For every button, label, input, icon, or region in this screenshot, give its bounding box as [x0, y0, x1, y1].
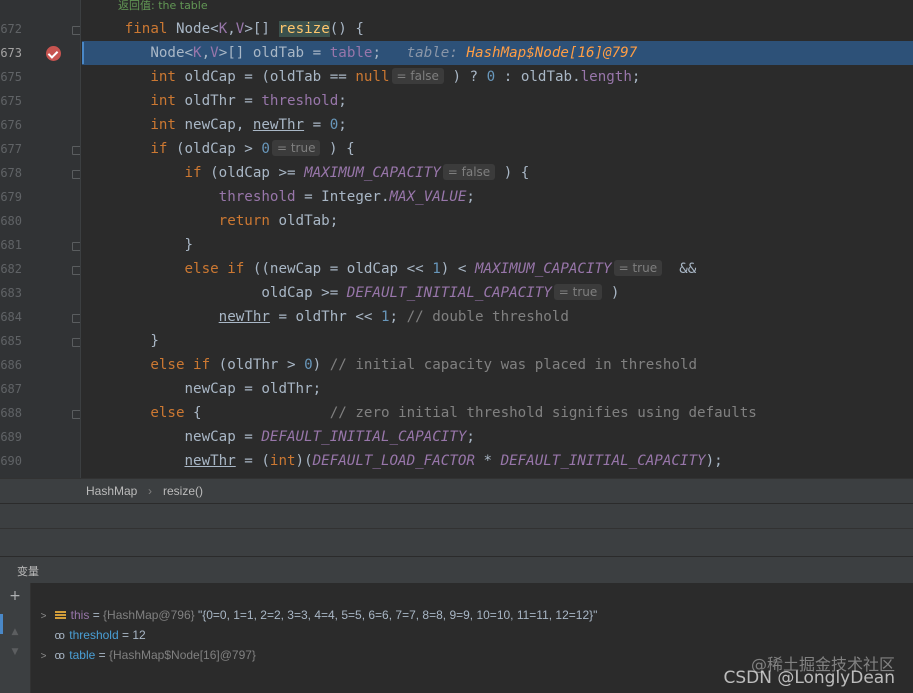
- variable-type: {HashMap$Node[16]@797}: [108, 648, 256, 662]
- code-line[interactable]: return oldTab;: [82, 209, 913, 233]
- expand-arrow-icon[interactable]: >: [41, 647, 55, 667]
- variables-toolbar: + ▲ ▼: [0, 583, 31, 693]
- breadcrumb-method[interactable]: resize(): [163, 479, 203, 503]
- breakpoint-icon[interactable]: [46, 46, 61, 61]
- variable-row-threshold[interactable]: oo threshold = 12: [34, 605, 146, 642]
- add-watch-icon[interactable]: +: [8, 589, 22, 603]
- variables-title: 变量: [17, 566, 39, 578]
- code-line[interactable]: if (oldCap > 0 = true ) {: [82, 137, 913, 161]
- code-line[interactable]: newCap = DEFAULT_INITIAL_CAPACITY;: [82, 425, 913, 449]
- code-line-current[interactable]: Node<K,V>[] oldTab = table; table: HashM…: [82, 41, 913, 65]
- line-number: 690: [0, 454, 22, 468]
- line-number: 683: [0, 286, 22, 300]
- line-number: 686: [0, 358, 22, 372]
- line-number: 680: [0, 214, 22, 228]
- watch-glasses-icon: oo: [54, 650, 65, 662]
- line-number: 679: [0, 190, 22, 204]
- line-number: 688: [0, 406, 22, 420]
- code-line[interactable]: oldCap >= DEFAULT_INITIAL_CAPACITY = true…: [82, 281, 913, 305]
- inline-hint: = false: [442, 164, 496, 180]
- line-number: 675: [0, 94, 22, 108]
- code-line[interactable]: newThr = oldThr << 1; // double threshol…: [82, 305, 913, 329]
- line-number: 681: [0, 238, 22, 252]
- variable-row-table[interactable]: > oo table = {HashMap$Node[16]@797}: [34, 625, 256, 662]
- code-line[interactable]: if (oldCap >= MAXIMUM_CAPACITY = false ) …: [82, 161, 913, 185]
- move-up-icon[interactable]: ▲: [8, 625, 22, 639]
- variables-header: 变量: [0, 556, 913, 584]
- toolbar-selection: [0, 614, 3, 634]
- watermark-csdn: CSDN @LonglyDean: [723, 668, 895, 688]
- gutter-divider: [80, 0, 81, 478]
- line-number: 684: [0, 310, 22, 324]
- debug-toolbar: [0, 528, 913, 556]
- inline-hint: = true: [613, 260, 663, 276]
- variable-value: "{0=0, 1=1, 2=2, 3=3, 4=4, 5=5, 6=6, 7=7…: [194, 608, 598, 622]
- move-down-icon[interactable]: ▼: [8, 645, 22, 659]
- code-line[interactable]: newCap = oldThr;: [82, 377, 913, 401]
- line-number: 678: [0, 166, 22, 180]
- caret: [82, 42, 84, 64]
- code-line[interactable]: else if (oldThr > 0) // initial capacity…: [82, 353, 913, 377]
- breadcrumb-separator: ›: [148, 484, 152, 498]
- breadcrumb: HashMap › resize(): [0, 478, 913, 503]
- inline-debug-value: table: HashMap$Node[16]@797: [406, 45, 638, 61]
- inline-hint: = true: [271, 140, 321, 156]
- line-number: 682: [0, 262, 22, 276]
- line-number: 685: [0, 334, 22, 348]
- line-number: 673: [0, 46, 22, 60]
- inline-hint: = false: [391, 68, 444, 84]
- line-number: 676: [0, 118, 22, 132]
- line-number: 677: [0, 142, 22, 156]
- code-line[interactable]: threshold = Integer.MAX_VALUE;: [82, 185, 913, 209]
- code-editor[interactable]: 672 673 675 675 676 677 678 679 680 681 …: [0, 0, 913, 478]
- code-line[interactable]: else { // zero initial threshold signifi…: [82, 401, 913, 425]
- inline-hint: = true: [553, 284, 603, 300]
- code-line[interactable]: final Node<K,V>[] resize() {: [82, 17, 913, 41]
- variable-row-this[interactable]: > this = {HashMap@796} "{0=0, 1=1, 2=2, 3…: [34, 585, 598, 622]
- line-number: 689: [0, 430, 22, 444]
- editor-bottom-pane: [0, 503, 913, 529]
- line-number: 672: [0, 22, 22, 36]
- line-number: 675: [0, 70, 22, 84]
- line-gutter[interactable]: 672 673 675 675 676 677 678 679 680 681 …: [0, 0, 81, 478]
- comment: // zero initial threshold signifies usin…: [329, 405, 757, 421]
- code-line[interactable]: int newCap, newThr = 0;: [82, 113, 913, 137]
- doc-comment: 返回值: the table: [118, 0, 208, 12]
- variable-name: table: [69, 648, 96, 662]
- code-line[interactable]: int oldThr = threshold;: [82, 89, 913, 113]
- comment: // initial capacity was placed in thresh…: [329, 357, 698, 373]
- comment: // double threshold: [406, 309, 569, 325]
- code-line[interactable]: }: [82, 233, 913, 257]
- code-line[interactable]: int oldCap = (oldTab == null = false ) ? …: [82, 65, 913, 89]
- code-line[interactable]: }: [82, 329, 913, 353]
- code-line[interactable]: else if ((newCap = oldCap << 1) < MAXIMU…: [82, 257, 913, 281]
- code-line[interactable]: newThr = (int)(DEFAULT_LOAD_FACTOR * DEF…: [82, 449, 913, 473]
- breadcrumb-class[interactable]: HashMap: [86, 479, 137, 503]
- line-number: 687: [0, 382, 22, 396]
